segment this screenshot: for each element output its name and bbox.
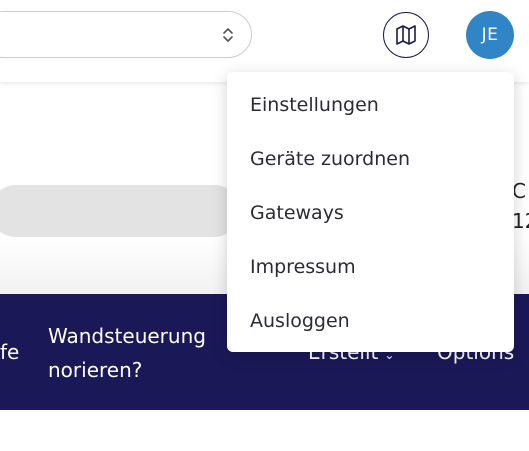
table-header-title: Wandsteuerung norieren?	[48, 319, 248, 387]
table-header-cut-text: fe	[0, 340, 20, 364]
map-button[interactable]	[383, 12, 429, 58]
partial-right-text: C 12	[512, 176, 529, 236]
title-line-2: norieren?	[48, 358, 143, 382]
menu-item-gateways[interactable]: Gateways	[250, 201, 344, 225]
menu-item-ausloggen[interactable]: Ausloggen	[250, 309, 350, 333]
map-icon	[396, 25, 416, 45]
top-bar: JE	[0, 0, 529, 82]
menu-item-impressum[interactable]: Impressum	[250, 255, 356, 279]
partial-right-bottom: 12	[512, 209, 529, 233]
user-avatar-button[interactable]: JE	[466, 11, 514, 59]
partial-right-top: C	[512, 179, 526, 203]
avatar-initials: JE	[481, 25, 499, 45]
select-dropdown[interactable]	[0, 11, 252, 58]
menu-item-geraete-zuordnen[interactable]: Geräte zuordnen	[250, 147, 410, 171]
menu-item-einstellungen[interactable]: Einstellungen	[250, 93, 379, 117]
search-bar-placeholder[interactable]	[0, 185, 240, 237]
title-line-1: Wandsteuerung	[48, 324, 206, 348]
chevron-up-down-icon	[223, 28, 233, 42]
user-dropdown-menu: Einstellungen Geräte zuordnen Gateways I…	[227, 72, 514, 352]
